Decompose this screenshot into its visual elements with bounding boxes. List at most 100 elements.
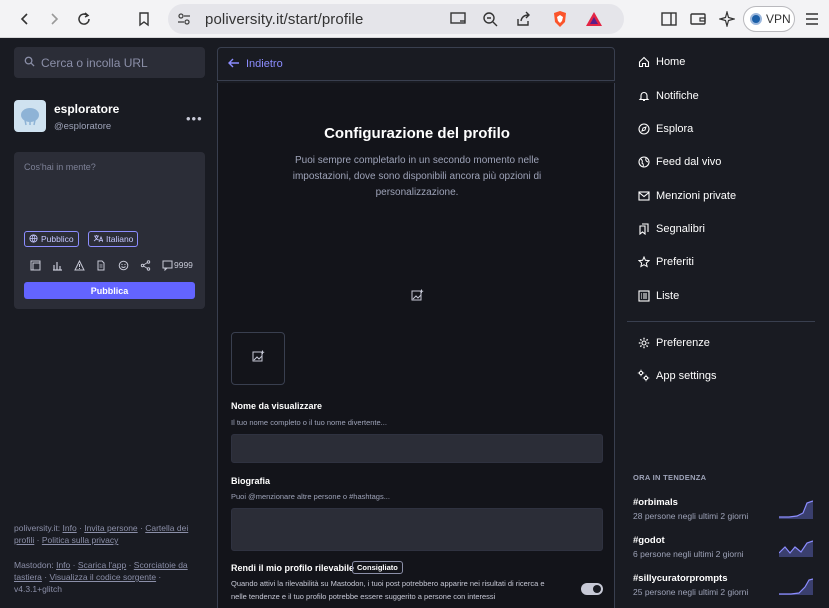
nav-label: Preferiti [656,255,694,268]
display-name-label: Nome da visualizzare [231,401,323,411]
nav-item-bookmarks[interactable]: Segnalibri [637,222,705,235]
document-icon[interactable] [90,258,112,272]
menu-icon[interactable] [799,6,825,32]
brave-rewards-icon[interactable] [584,9,604,29]
brave-shield-icon[interactable] [550,9,570,29]
nav-label: Segnalibri [656,222,705,235]
recommended-badge: Consigliato [352,561,403,574]
main-column: Indietro Configurazione del profilo Puoi… [217,39,615,608]
vpn-status-icon [750,13,762,25]
discoverable-toggle[interactable] [581,583,603,595]
trend-sparkline [779,578,813,595]
share-icon[interactable] [513,9,533,29]
footer-link-invite[interactable]: Invita persone [84,523,137,533]
footer-link-info[interactable]: Info [63,523,77,533]
left-sidebar: Cerca o incolla URL esploratore @esplora… [0,39,216,608]
trending-heading: ORA IN TENDENZA [633,473,707,482]
leo-ai-icon[interactable] [714,6,740,32]
visibility-button[interactable]: Pubblico [24,231,79,247]
back-label: Indietro [246,58,283,70]
trend-item[interactable]: #orbimals 28 persone negli ultimi 2 gior… [633,497,813,521]
nav-item-favourites[interactable]: Preferiti [637,255,694,268]
nav-label: Notifiche [656,89,699,102]
language-button[interactable]: Italiano [88,231,139,247]
sidebar-toggle-icon[interactable] [656,6,682,32]
account-header[interactable]: esploratore @esploratore [14,100,119,132]
bio-hint: Puoi @menzionare altre persone o #hashta… [231,492,390,501]
avatar[interactable] [14,100,46,132]
footer-link-about[interactable]: Info [56,560,70,570]
nav-item-lists[interactable]: Liste [637,289,679,302]
image-upload-icon [252,350,265,368]
search-icon [24,56,35,70]
bio-textarea[interactable] [231,508,603,551]
nav-item-private-mentions[interactable]: Menzioni private [637,189,736,202]
address-bar[interactable]: poliversity.it/start/profile [168,4,624,34]
mastodon-footer: Mastodon: Info · Scarica l'app · Scorcia… [14,560,188,594]
share-icon[interactable] [134,258,156,272]
trend-item[interactable]: #sillycuratorprompts 25 persone negli ul… [633,573,813,597]
nav-label: Home [656,55,686,68]
bookmarks-icon [637,222,650,235]
bookmark-page-icon[interactable] [131,6,157,32]
vpn-label: VPN [766,12,791,26]
globe-icon [637,155,650,168]
zoom-icon[interactable] [480,9,500,29]
footer-site-name: poliversity.it [14,523,58,533]
nav-label: Menzioni private [656,189,737,202]
nav-item-home[interactable]: Home [637,55,685,68]
display-name-input[interactable] [231,434,603,463]
poll-icon[interactable] [46,258,68,272]
visibility-label: Pubblico [41,234,74,244]
footer-link-source[interactable]: Visualizza il codice sorgente [49,572,156,582]
emoji-icon[interactable] [112,258,134,272]
mastodon-app: Cerca o incolla URL esploratore @esplora… [0,39,829,608]
back-arrow-icon[interactable] [12,6,38,32]
cast-icon[interactable] [448,9,468,29]
footer-mastodon-label: Mastodon [14,560,52,570]
footer-link-app[interactable]: Scarica l'app [78,560,126,570]
instance-footer: poliversity.it: Info · Invita persone · … [14,523,189,545]
compass-icon [637,122,650,135]
back-button[interactable]: Indietro [217,47,615,81]
bio-label: Biografia [231,476,271,486]
nav-item-live-feed[interactable]: Feed dal vivo [637,155,721,168]
header-image-upload-icon[interactable] [409,287,425,303]
more-options-icon[interactable]: ••• [186,111,203,126]
navigation-panel: Home Notifiche Esplora Feed dal vivo Men… [615,39,829,608]
search-input[interactable]: Cerca o incolla URL [14,47,205,78]
translate-icon [93,234,104,245]
reload-icon[interactable] [71,6,97,32]
nav-item-app-settings[interactable]: App settings [637,369,717,382]
image-icon[interactable] [24,258,46,272]
discoverable-label: Rendi il mio profilo rilevabile [231,563,355,573]
vpn-button[interactable]: VPN [743,6,795,32]
compose-box: Cos'hai in mente? Pubblico Italiano 9999… [14,152,205,309]
avatar-upload[interactable] [231,332,285,385]
footer-link-privacy[interactable]: Politica sulla privacy [42,535,119,545]
trend-sparkline [779,540,813,557]
compose-textarea[interactable]: Cos'hai in mente? [24,162,96,172]
page-subtitle: Puoi sempre completarlo in un secondo mo… [292,155,542,198]
warning-icon[interactable] [68,258,90,272]
trend-item[interactable]: #godot 6 persone negli ultimi 2 giorni [633,535,813,559]
nav-divider [627,321,815,322]
bell-icon [637,89,650,102]
compose-toolbar [24,258,178,272]
globe-icon [29,233,38,245]
toggle-knob [593,585,601,593]
publish-button[interactable]: Pubblica [24,282,195,299]
browser-toolbar: poliversity.it/start/profile VPN [0,0,829,38]
nav-label: Esplora [656,122,694,135]
nav-label: Feed dal vivo [656,155,722,168]
profile-setup-panel: Configurazione del profilo Puoi sempre c… [217,83,615,608]
nav-item-notifications[interactable]: Notifiche [637,89,699,102]
site-settings-icon[interactable] [176,11,192,32]
forward-arrow-icon[interactable] [41,6,67,32]
nav-item-explore[interactable]: Esplora [637,122,693,135]
nav-label: Preferenze [656,336,710,349]
home-icon [637,55,650,68]
wallet-icon[interactable] [685,6,711,32]
account-display-name: esploratore [54,102,120,116]
nav-item-preferences[interactable]: Preferenze [637,336,710,349]
